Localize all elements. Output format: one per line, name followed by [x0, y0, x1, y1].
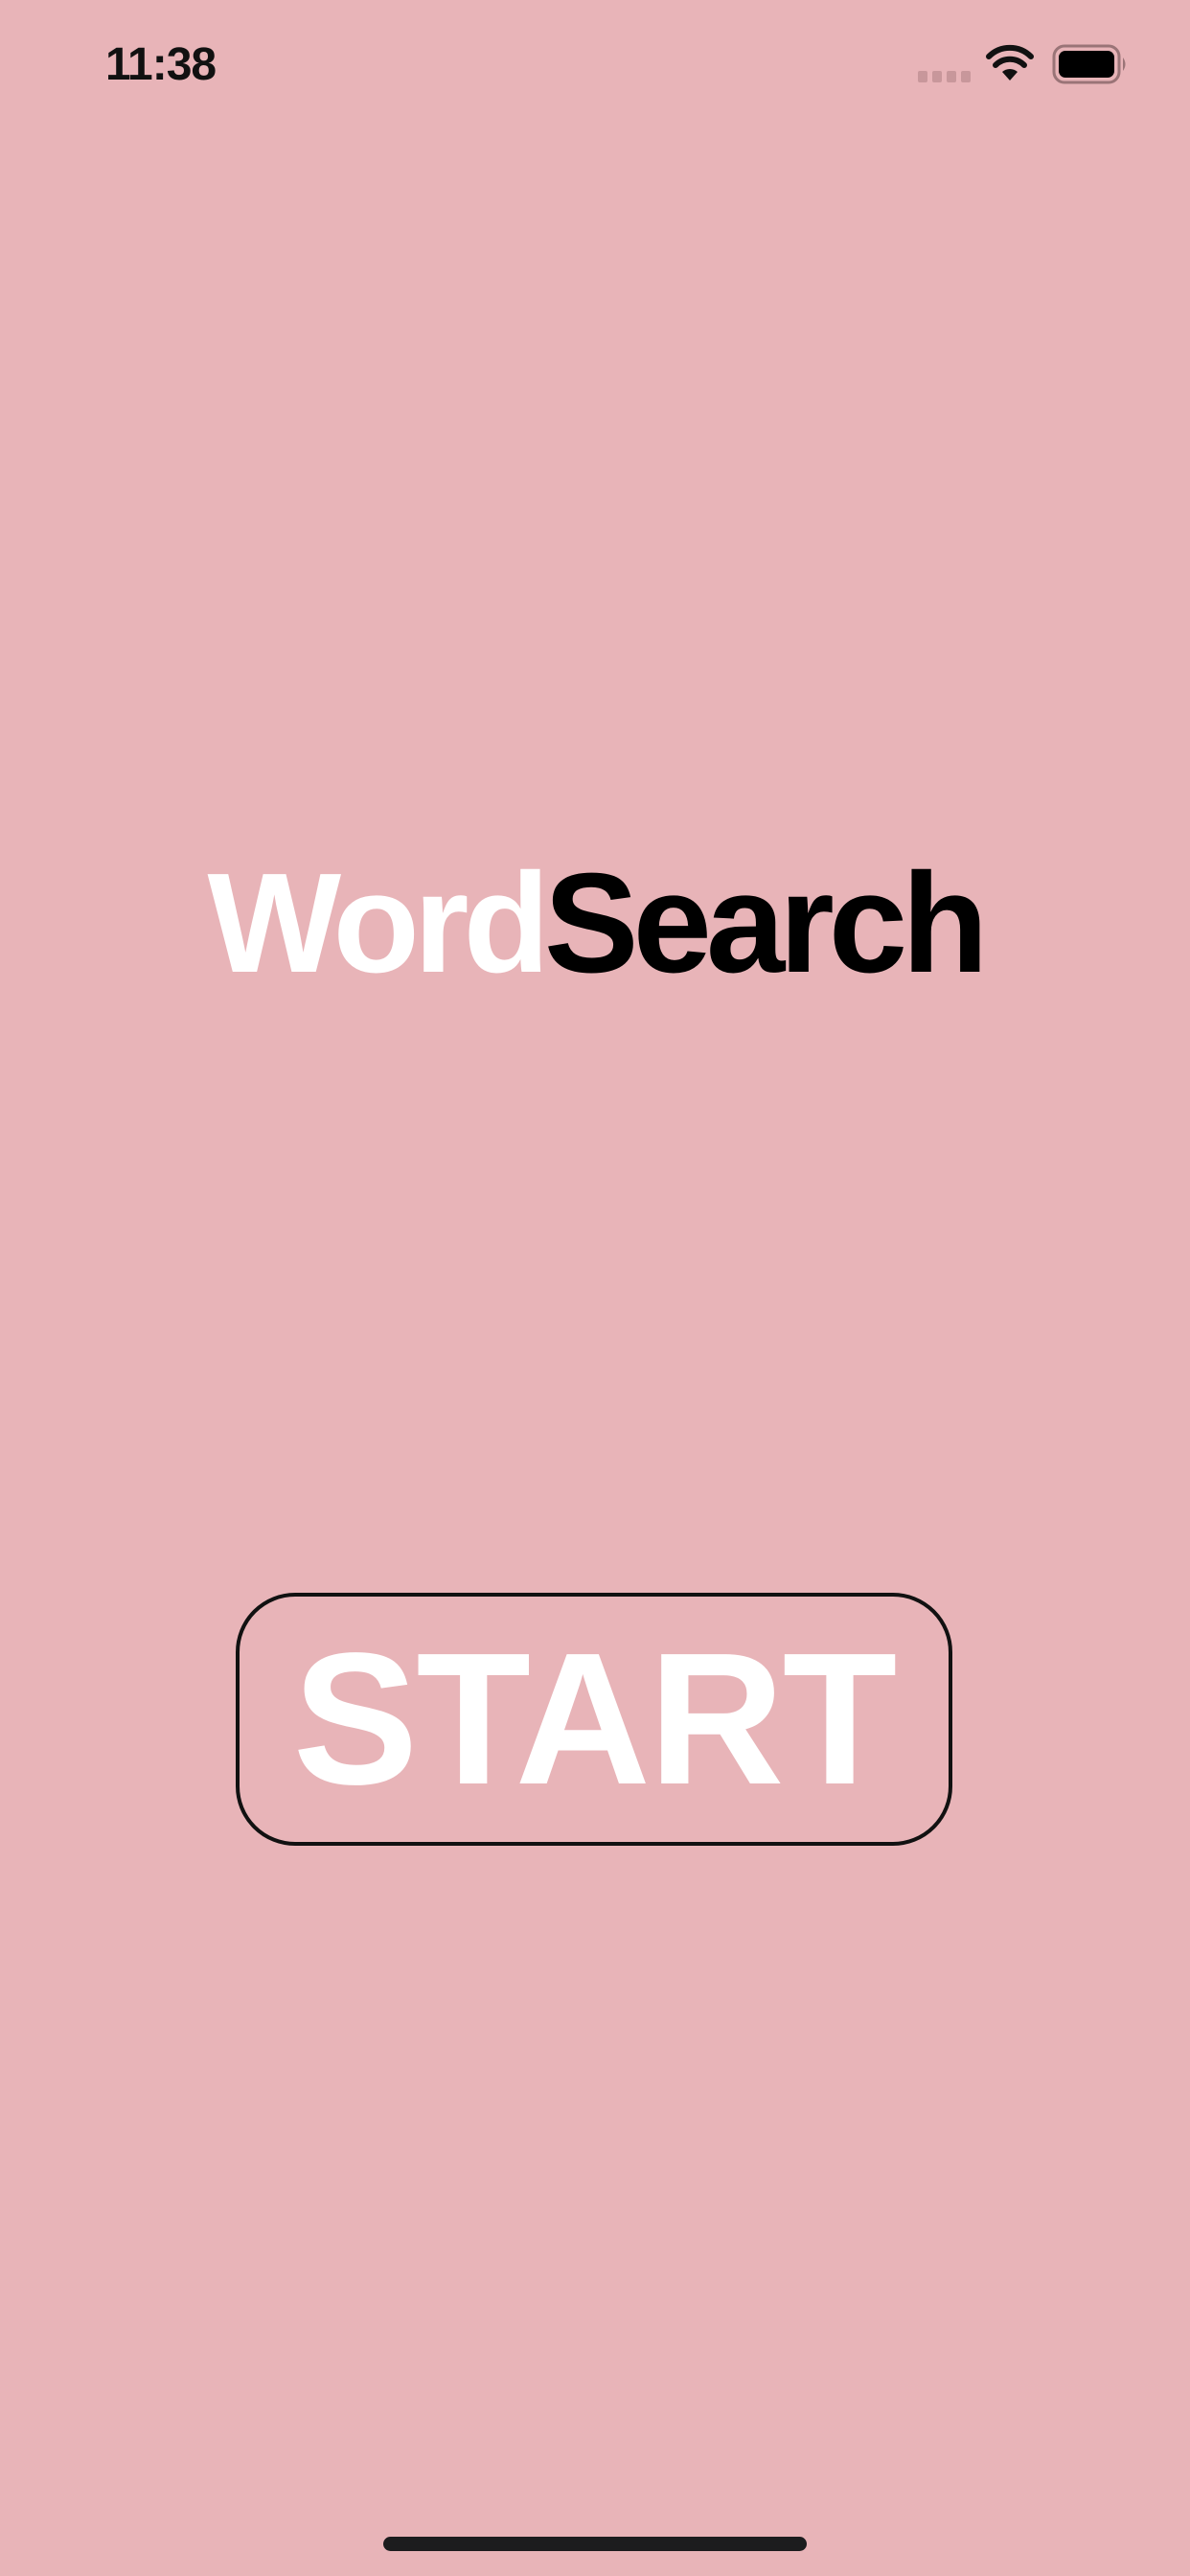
wifi-icon [986, 44, 1034, 80]
battery-icon [1052, 44, 1126, 84]
start-button[interactable]: START [236, 1593, 952, 1846]
status-time: 11:38 [105, 39, 217, 90]
title-word: Word [207, 844, 549, 1002]
title-search: Search [543, 844, 989, 1002]
start-button-label: START [292, 1614, 898, 1824]
status-bar: 11:38 [0, 0, 1190, 126]
cellular-signal-icon [918, 71, 971, 82]
app-title: WordSearch [0, 853, 1190, 995]
home-indicator[interactable] [383, 2537, 807, 2551]
